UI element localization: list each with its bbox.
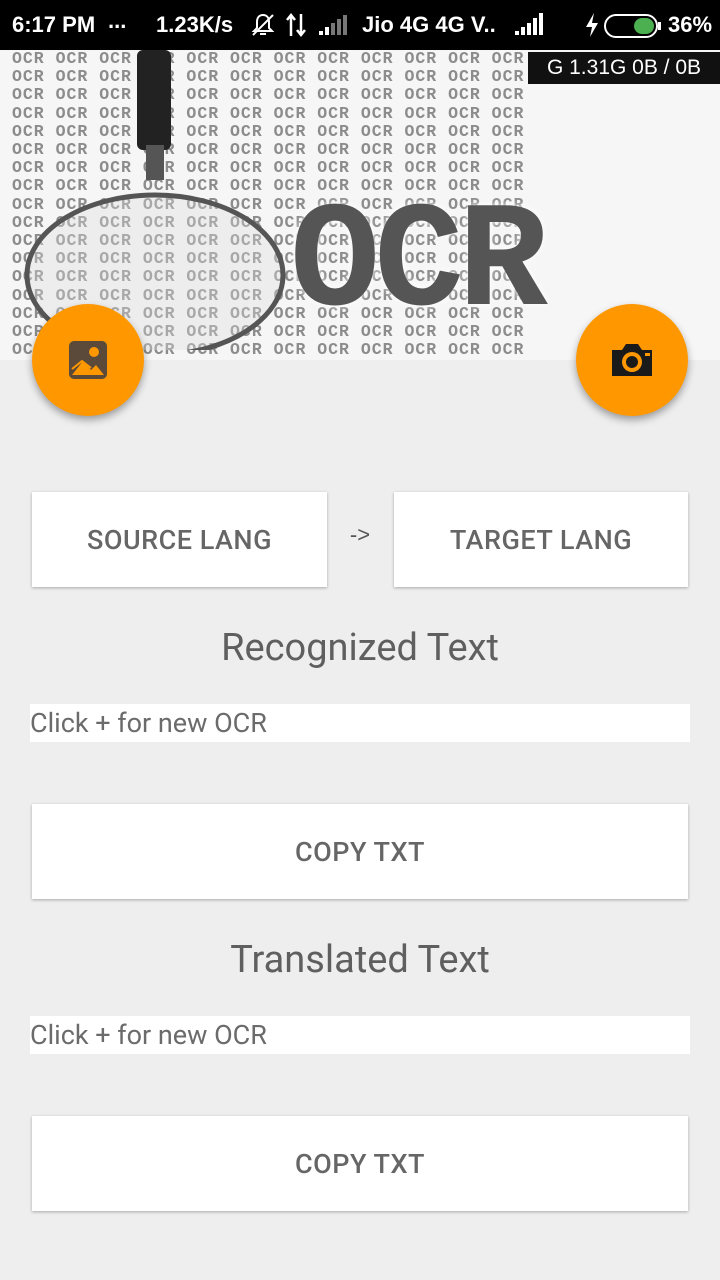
header-big-ocr-text: OCR xyxy=(290,180,548,350)
status-time: 6:17 PM xyxy=(12,12,96,37)
source-lang-button[interactable]: SOURCE LANG xyxy=(32,492,327,587)
status-bar: 6:17 PM ... 1.23K/s Jio 4G 4G V.. 36% xyxy=(0,0,720,50)
battery-icon xyxy=(604,14,662,44)
recognized-text-heading: Recognized Text xyxy=(221,626,499,670)
signal-full-icon xyxy=(514,12,548,42)
status-network-speed: 1.23K/s xyxy=(156,12,234,37)
target-lang-button[interactable]: TARGET LANG xyxy=(394,492,688,587)
copy-translated-button[interactable]: COPY TXT xyxy=(32,1116,688,1211)
recognized-text-field[interactable]: Click + for new OCR xyxy=(30,704,690,742)
lang-arrow: -> xyxy=(349,522,371,547)
signal-weak-icon xyxy=(318,14,350,42)
data-transfer-icon xyxy=(284,12,308,44)
status-carrier: Jio 4G 4G V.. xyxy=(362,12,496,37)
charging-icon xyxy=(584,12,600,44)
gallery-fab-button[interactable] xyxy=(32,304,144,416)
status-notification-dots: ... xyxy=(108,8,127,33)
image-icon xyxy=(69,341,107,379)
ram-overlay: G 1.31G 0B / 0B xyxy=(528,52,720,84)
status-battery-percent: 36% xyxy=(668,12,713,37)
muted-bell-icon xyxy=(250,12,276,44)
translated-text-field[interactable]: Click + for new OCR xyxy=(30,1016,690,1054)
translated-text-heading: Translated Text xyxy=(230,938,490,982)
camera-fab-button[interactable] xyxy=(576,304,688,416)
magnifying-glass-icon xyxy=(24,50,286,350)
camera-icon xyxy=(612,344,652,376)
copy-recognized-button[interactable]: COPY TXT xyxy=(32,804,688,899)
